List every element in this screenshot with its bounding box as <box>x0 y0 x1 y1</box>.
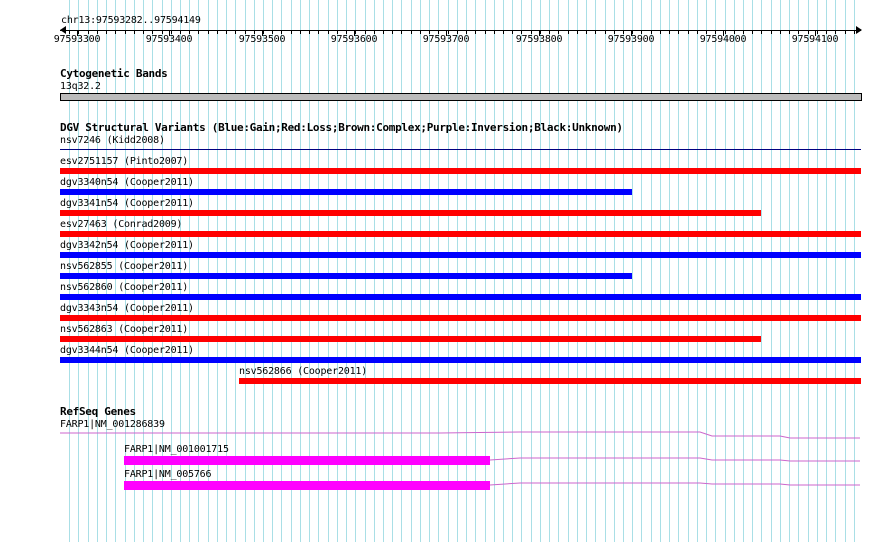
refseq-exon-block[interactable] <box>124 456 490 465</box>
genome-browser-view[interactable]: chr13:97593282..97594149 97593300 9759340… <box>0 0 890 542</box>
refseq-exon-block[interactable] <box>124 481 490 490</box>
refseq-intron-line[interactable] <box>489 482 860 486</box>
refseq-gene-models <box>60 431 860 490</box>
refseq-intron-line[interactable] <box>489 457 860 462</box>
refseq-intron-line[interactable] <box>60 431 860 439</box>
